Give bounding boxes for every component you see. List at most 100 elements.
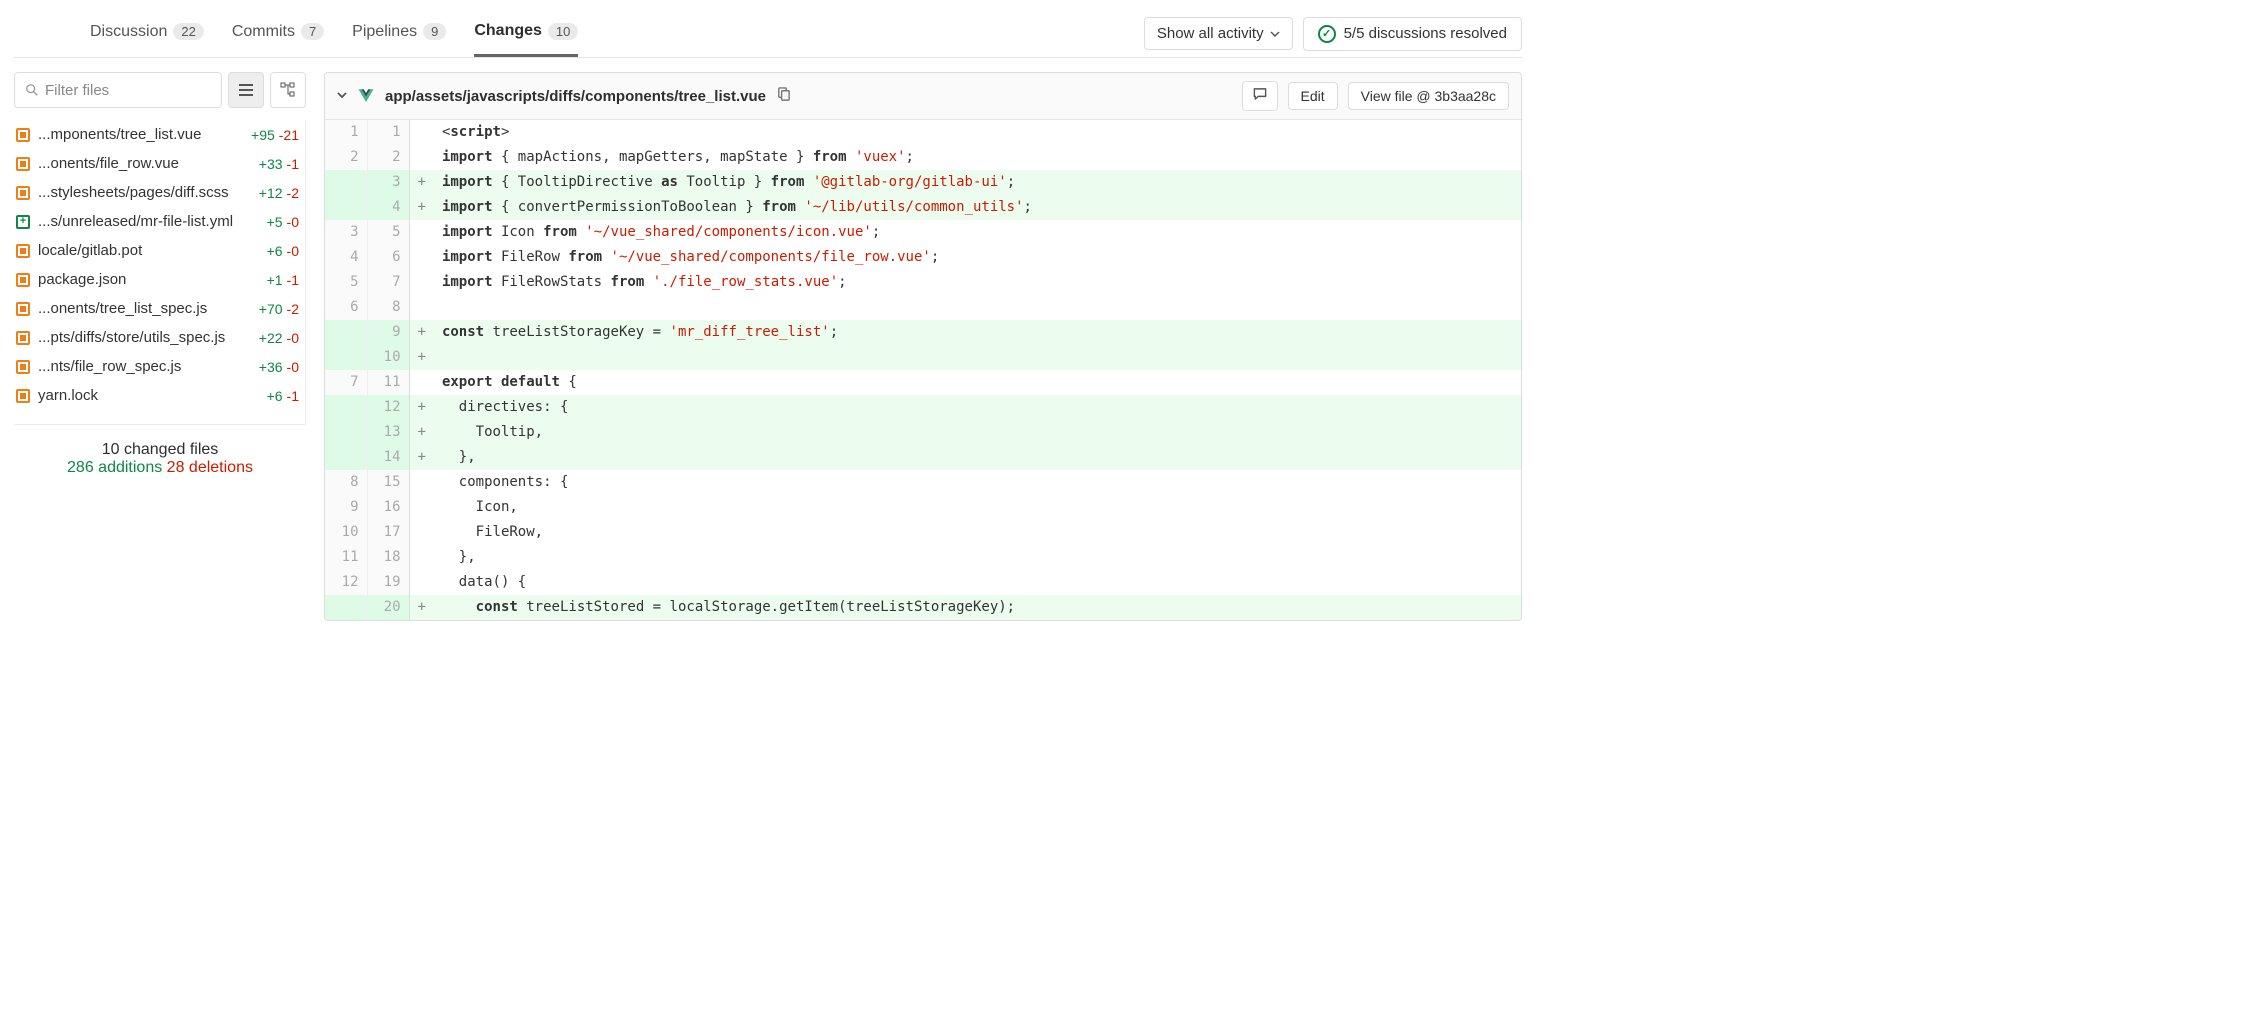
diff-line[interactable]: 46import FileRow from '~/vue_shared/comp… xyxy=(325,245,1521,270)
chevron-down-icon xyxy=(337,90,347,100)
tab-badge: 9 xyxy=(423,23,446,40)
file-stats: +6 -1 xyxy=(267,388,299,404)
activity-filter-dropdown[interactable]: Show all activity xyxy=(1144,17,1293,50)
diff-line[interactable]: 4+import { convertPermissionToBoolean } … xyxy=(325,195,1521,220)
diff-line[interactable]: 12+ directives: { xyxy=(325,395,1521,420)
old-line-number: 8 xyxy=(325,470,367,495)
tab-badge: 22 xyxy=(173,23,203,40)
diff-line[interactable]: 14+ }, xyxy=(325,445,1521,470)
file-item[interactable]: ...onents/file_row.vue +33 -1 xyxy=(14,149,305,178)
old-line-number xyxy=(325,395,367,420)
diff-code: }, xyxy=(434,545,1521,570)
file-stats: +36 -0 xyxy=(259,359,299,375)
new-line-number: 8 xyxy=(367,295,409,320)
diff-line[interactable]: 13+ Tooltip, xyxy=(325,420,1521,445)
diff-line[interactable]: 11<script> xyxy=(325,120,1521,145)
diff-sign xyxy=(409,520,434,545)
file-item[interactable]: ...stylesheets/pages/diff.scss+12 -2 xyxy=(14,178,305,207)
new-line-number: 12 xyxy=(367,395,409,420)
diff-line[interactable]: 3+import { TooltipDirective as Tooltip }… xyxy=(325,170,1521,195)
diff-sign: + xyxy=(409,595,434,620)
file-path: ...onents/tree_list_spec.js xyxy=(38,300,251,317)
diff-line[interactable]: 20+ const treeListStored = localStorage.… xyxy=(325,595,1521,620)
file-added-icon: + xyxy=(16,215,30,229)
tab-pipelines[interactable]: Pipelines 9 xyxy=(352,12,446,55)
diff-line[interactable]: 1017 FileRow, xyxy=(325,520,1521,545)
file-item[interactable]: ...onents/tree_list_spec.js +70 -2 xyxy=(14,294,305,323)
new-line-number: 1 xyxy=(367,120,409,145)
filter-files-input[interactable]: Filter files xyxy=(14,72,222,108)
file-path: ...onents/file_row.vue xyxy=(38,155,251,172)
tab-label: Pipelines xyxy=(352,23,417,41)
new-line-number: 11 xyxy=(367,370,409,395)
tab-commits[interactable]: Commits 7 xyxy=(232,12,324,55)
comment-button[interactable] xyxy=(1242,81,1278,111)
tree-view-button[interactable] xyxy=(270,72,306,108)
diff-line[interactable]: 815 components: { xyxy=(325,470,1521,495)
old-line-number: 2 xyxy=(325,145,367,170)
diff-line[interactable]: 916 Icon, xyxy=(325,495,1521,520)
resolved-label: 5/5 discussions resolved xyxy=(1344,25,1507,42)
file-stats: +70 -2 xyxy=(259,301,299,317)
diff-sign xyxy=(409,145,434,170)
diff-sign: + xyxy=(409,345,434,370)
new-line-number: 14 xyxy=(367,445,409,470)
file-path: ...s/unreleased/mr-file-list.yml xyxy=(38,213,259,230)
new-line-number: 18 xyxy=(367,545,409,570)
file-item[interactable]: +...s/unreleased/mr-file-list.yml+5 -0 xyxy=(14,207,305,236)
old-line-number xyxy=(325,320,367,345)
list-view-button[interactable] xyxy=(228,72,264,108)
file-modified-icon xyxy=(16,331,30,345)
diff-code: }, xyxy=(434,445,1521,470)
file-path: yarn.lock xyxy=(38,387,259,404)
diff-line[interactable]: 22import { mapActions, mapGetters, mapSt… xyxy=(325,145,1521,170)
diff-code xyxy=(434,345,1521,370)
diff-code: const treeListStored = localStorage.getI… xyxy=(434,595,1521,620)
copy-path-button[interactable] xyxy=(776,87,791,105)
file-item[interactable]: locale/gitlab.pot +6 -0 xyxy=(14,236,305,265)
diff-sign: + xyxy=(409,445,434,470)
diff-sign xyxy=(409,220,434,245)
file-item[interactable]: ...pts/diffs/store/utils_spec.js+22 -0 xyxy=(14,323,305,352)
tree-icon xyxy=(280,82,296,98)
file-modified-icon xyxy=(16,128,30,142)
tab-discussion[interactable]: Discussion 22 xyxy=(90,12,204,55)
file-item[interactable]: yarn.lock +6 -1 xyxy=(14,381,305,410)
file-item[interactable]: package.json+1 -1 xyxy=(14,265,305,294)
file-path: ...pts/diffs/store/utils_spec.js xyxy=(38,329,251,346)
diff-line[interactable]: 57import FileRowStats from './file_row_s… xyxy=(325,270,1521,295)
diff-line[interactable]: 9+const treeListStorageKey = 'mr_diff_tr… xyxy=(325,320,1521,345)
diff-line[interactable]: 1118 }, xyxy=(325,545,1521,570)
mr-tabs-row: Discussion 22 Commits 7 Pipelines 9 Chan… xyxy=(14,10,1522,58)
changed-files-list: ...mponents/tree_list.vue+95 -21...onent… xyxy=(14,120,306,425)
diff-line[interactable]: 68 xyxy=(325,295,1521,320)
old-line-number xyxy=(325,170,367,195)
diff-file-path: app/assets/javascripts/diffs/components/… xyxy=(385,88,766,105)
old-line-number xyxy=(325,195,367,220)
summary-additions: 286 additions xyxy=(67,459,162,476)
diff-line[interactable]: 10+ xyxy=(325,345,1521,370)
old-line-number: 12 xyxy=(325,570,367,595)
view-file-button[interactable]: View file @ 3b3aa28c xyxy=(1348,82,1509,110)
mr-tabs: Discussion 22 Commits 7 Pipelines 9 Chan… xyxy=(90,12,578,55)
file-stats: +6 -0 xyxy=(267,243,299,259)
file-item[interactable]: ...nts/file_row_spec.js+36 -0 xyxy=(14,352,305,381)
file-item[interactable]: ...mponents/tree_list.vue+95 -21 xyxy=(14,120,305,149)
diff-line[interactable]: 35import Icon from '~/vue_shared/compone… xyxy=(325,220,1521,245)
diff-code: Tooltip, xyxy=(434,420,1521,445)
diff-sign: + xyxy=(409,420,434,445)
old-line-number xyxy=(325,445,367,470)
new-line-number: 17 xyxy=(367,520,409,545)
file-stats: +33 -1 xyxy=(259,156,299,172)
tab-changes[interactable]: Changes 10 xyxy=(474,12,578,57)
diff-line[interactable]: 1219 data() { xyxy=(325,570,1521,595)
file-stats: +95 -21 xyxy=(251,127,299,143)
collapse-toggle[interactable] xyxy=(337,89,347,103)
old-line-number: 3 xyxy=(325,220,367,245)
file-path: locale/gitlab.pot xyxy=(38,242,259,259)
diff-line[interactable]: 711export default { xyxy=(325,370,1521,395)
activity-label: Show all activity xyxy=(1157,25,1264,42)
file-modified-icon xyxy=(16,389,30,403)
edit-button[interactable]: Edit xyxy=(1288,82,1338,110)
diff-code xyxy=(434,295,1521,320)
